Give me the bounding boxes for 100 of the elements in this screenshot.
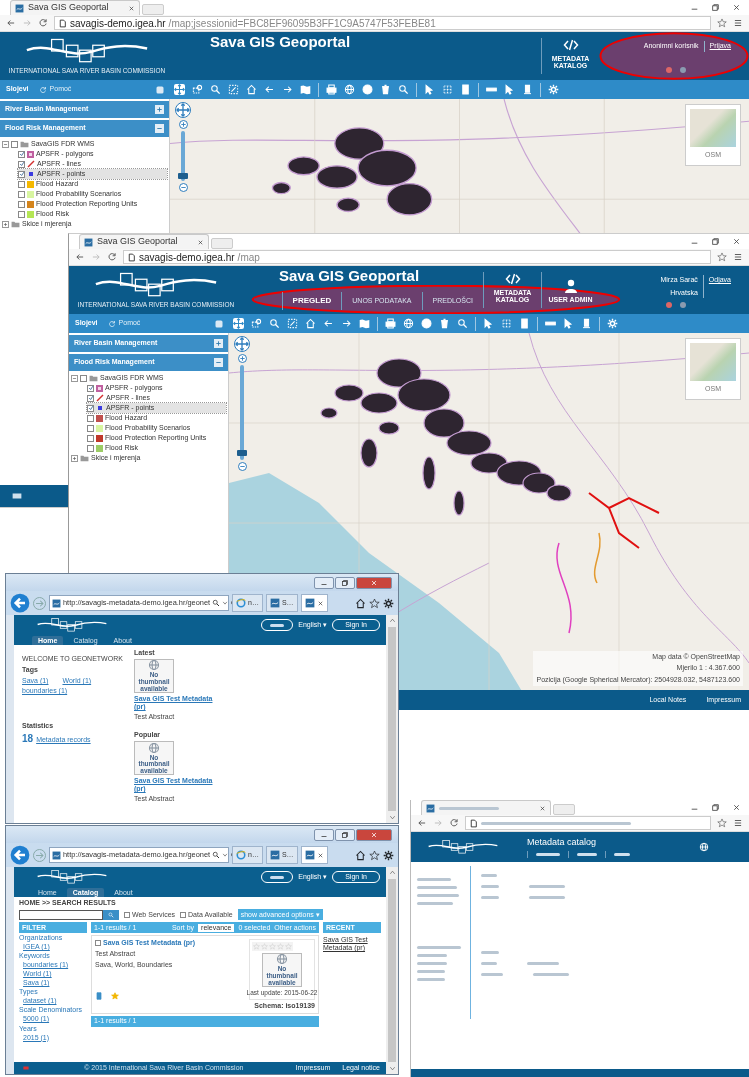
layer-checkbox[interactable] [87,394,94,402]
browser-tab[interactable]: Sava GIS Geoportal [10,0,140,15]
trash-icon[interactable] [380,84,391,95]
favorites-star-icon[interactable] [369,597,380,609]
grid-icon[interactable] [501,318,512,329]
zoom-icon[interactable] [210,84,221,95]
maximize-button[interactable] [335,576,355,589]
scrollbar[interactable] [386,615,398,823]
search-button[interactable] [103,909,119,920]
minimize-button[interactable] [314,828,334,841]
menu-icon[interactable] [733,18,743,28]
scrollbar[interactable] [386,867,398,1074]
search-icon[interactable] [212,851,221,859]
layer-checkbox[interactable] [87,384,94,392]
collapse-icon[interactable] [2,140,9,148]
zoom-in-icon[interactable] [178,120,188,129]
settings-icon[interactable] [383,849,394,861]
pan-icon[interactable] [174,84,185,95]
globe-icon[interactable] [699,842,709,852]
zoom-slider-thumb[interactable] [237,449,247,456]
back-arrow-icon[interactable] [75,252,85,262]
zoom-box-icon[interactable] [251,318,262,329]
browser-tab[interactable]: Sava GIS Geoportal [79,234,209,249]
panel-toggle-button[interactable] [214,339,223,348]
zoom-box-icon[interactable] [192,84,203,95]
grid-icon[interactable] [442,84,453,95]
pointer-icon[interactable] [483,318,494,329]
printer-icon[interactable] [326,84,337,95]
dropdown-icon[interactable] [222,600,229,606]
pan-icon[interactable] [233,318,244,329]
minimize-button[interactable] [314,576,334,589]
menu-icon[interactable] [733,818,743,828]
zoom-slider[interactable] [240,365,244,460]
close-icon[interactable] [732,803,741,812]
reload-icon[interactable] [107,252,117,262]
panel-toggle-button[interactable] [155,124,164,133]
printer-icon[interactable] [385,318,396,329]
reload-icon[interactable] [449,818,459,828]
layer-checkbox[interactable] [80,374,87,382]
collapse-icon[interactable] [71,374,78,382]
restore-icon[interactable] [711,3,720,12]
layer-checkbox[interactable] [18,170,25,178]
document-icon[interactable] [460,84,471,95]
layer-checkbox[interactable] [18,190,25,198]
restore-icon[interactable] [711,803,720,812]
close-icon[interactable] [732,3,741,12]
layer-checkbox[interactable] [18,180,25,188]
forward-arrow-icon[interactable] [282,84,293,95]
layer-checkbox[interactable] [18,200,25,208]
zoom-slider[interactable] [181,131,185,181]
layer-checkbox[interactable] [18,150,25,158]
layer-checkbox[interactable] [87,434,94,442]
bookmark-star-icon[interactable] [717,252,727,262]
dropdown-icon[interactable] [222,852,229,858]
favorite-star-icon[interactable] [111,991,119,1000]
menu-icon[interactable] [733,252,743,262]
expand-icon[interactable] [71,454,78,462]
nav-link[interactable]: PREGLED [281,292,342,310]
browser-tab[interactable] [300,846,328,864]
address-field[interactable]: savagis-demo.igea.hr /map;jsessionid=FBC8EF96095B3FF1C9A5747F53FEBE81 [54,16,711,30]
close-icon[interactable] [197,238,204,246]
globe-icon[interactable] [344,84,355,95]
pointer-icon[interactable] [504,84,515,95]
close-icon[interactable] [128,4,135,12]
zoom-extent-icon[interactable] [228,84,239,95]
reload-icon[interactable] [38,18,48,28]
close-button[interactable] [356,828,392,841]
address-field[interactable] [465,816,711,830]
restore-icon[interactable] [711,237,720,246]
home-icon[interactable] [355,597,366,609]
zoom-out-icon[interactable] [237,462,247,471]
zoom-out-icon[interactable] [178,183,188,192]
zoom-slider-thumb[interactable] [178,172,188,179]
layer-checkbox[interactable] [87,444,94,452]
layer-checkbox[interactable] [87,424,94,432]
layer-checkbox[interactable] [18,160,25,168]
search-icon[interactable] [212,599,221,607]
maximize-button[interactable] [335,828,355,841]
panel-toggle-button[interactable] [214,358,223,367]
back-arrow-icon[interactable] [417,818,427,828]
browser-tab[interactable] [421,800,551,815]
search-field[interactable] [19,909,103,920]
browser-tab[interactable] [300,594,328,612]
back-arrow-icon[interactable] [264,84,275,95]
home-icon[interactable] [355,849,366,861]
trash-icon[interactable] [439,318,450,329]
map-icon[interactable] [300,84,311,95]
map-icon[interactable] [359,318,370,329]
layer-checkbox[interactable] [11,140,18,148]
zoom-icon[interactable] [269,318,280,329]
bookmark-star-icon[interactable] [717,18,727,28]
forward-arrow-icon[interactable] [341,318,352,329]
globe-icon[interactable] [403,318,414,329]
close-icon[interactable] [539,804,546,812]
favorites-star-icon[interactable] [369,849,380,861]
expand-icon[interactable] [2,220,9,228]
layer-checkbox[interactable] [87,414,94,422]
settings-icon[interactable] [383,597,394,609]
zoom-extent-icon[interactable] [287,318,298,329]
close-button[interactable] [356,576,392,589]
